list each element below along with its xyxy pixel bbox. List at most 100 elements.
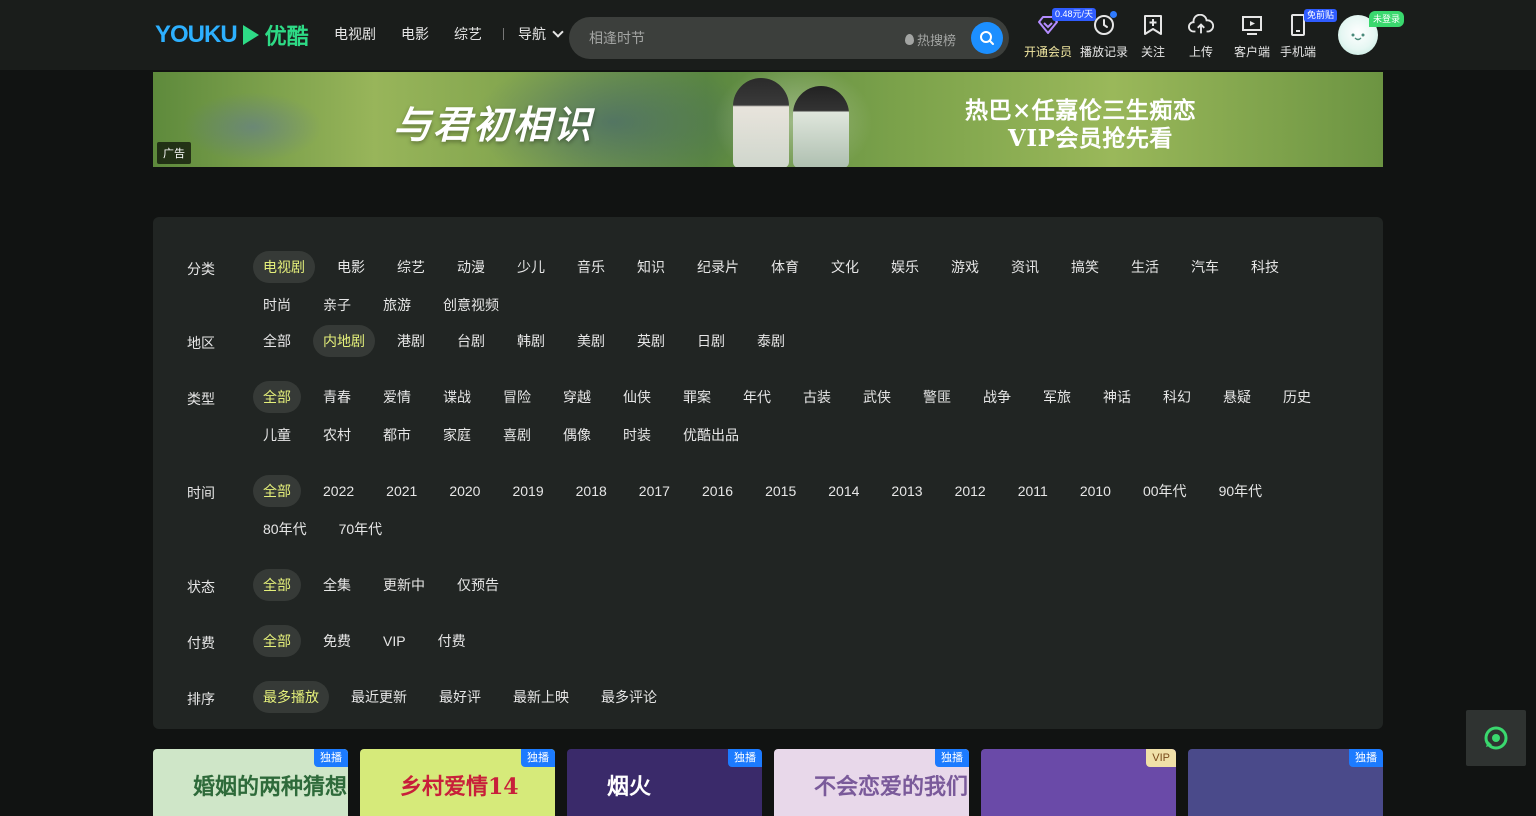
youku-logo[interactable]: YOUKU 优酷 — [155, 20, 309, 50]
video-card[interactable]: 不会恋爱的我们 独播 — [774, 749, 969, 816]
filter-option[interactable]: 免费 — [313, 625, 361, 657]
filter-option[interactable]: 家庭 — [433, 419, 481, 451]
filter-option[interactable]: 全部 — [253, 625, 301, 657]
filter-option[interactable]: 农村 — [313, 419, 361, 451]
history-button[interactable]: 播放记录 — [1080, 12, 1128, 60]
filter-option[interactable]: 2016 — [692, 475, 743, 507]
filter-option[interactable]: 知识 — [627, 251, 675, 283]
search-button[interactable] — [971, 22, 1003, 54]
filter-option[interactable]: 2019 — [502, 475, 553, 507]
filter-option[interactable]: 内地剧 — [313, 325, 375, 357]
filter-option[interactable]: 2015 — [755, 475, 806, 507]
filter-option[interactable]: 电影 — [327, 251, 375, 283]
filter-option[interactable]: 娱乐 — [881, 251, 929, 283]
filter-option[interactable]: 2014 — [818, 475, 869, 507]
nav-movie[interactable]: 电影 — [401, 24, 429, 44]
follow-button[interactable]: 关注 — [1140, 12, 1166, 60]
nav-variety[interactable]: 综艺 — [454, 24, 482, 44]
filter-option[interactable]: 谍战 — [433, 381, 481, 413]
filter-option[interactable]: 游戏 — [941, 251, 989, 283]
filter-option[interactable]: 泰剧 — [747, 325, 795, 357]
filter-option[interactable]: 70年代 — [329, 513, 393, 545]
filter-option[interactable]: 2017 — [629, 475, 680, 507]
filter-option[interactable]: 年代 — [733, 381, 781, 413]
filter-option[interactable]: 武侠 — [853, 381, 901, 413]
filter-option[interactable]: 搞笑 — [1061, 251, 1109, 283]
filter-option[interactable]: 2011 — [1008, 475, 1058, 507]
filter-option[interactable]: 2022 — [313, 475, 364, 507]
filter-option[interactable]: 创意视频 — [433, 289, 509, 321]
filter-option[interactable]: 科技 — [1241, 251, 1289, 283]
video-card[interactable]: 独播 — [1188, 749, 1383, 816]
filter-option[interactable]: 仙侠 — [613, 381, 661, 413]
filter-option[interactable]: 时尚 — [253, 289, 301, 321]
filter-option[interactable]: 资讯 — [1001, 251, 1049, 283]
filter-option[interactable]: 80年代 — [253, 513, 317, 545]
nav-guide-dropdown[interactable]: 导航 — [518, 24, 564, 44]
filter-option[interactable]: 港剧 — [387, 325, 435, 357]
filter-option[interactable]: 纪录片 — [687, 251, 749, 283]
filter-option[interactable]: 体育 — [761, 251, 809, 283]
filter-option[interactable]: 全部 — [253, 475, 301, 507]
filter-option[interactable]: VIP — [373, 625, 416, 657]
filter-option[interactable]: 全部 — [253, 325, 301, 357]
filter-option[interactable]: 动漫 — [447, 251, 495, 283]
video-card[interactable]: 乡村爱情14 独播 — [360, 749, 555, 816]
filter-option[interactable]: 生活 — [1121, 251, 1169, 283]
support-float-button[interactable] — [1466, 710, 1526, 766]
filter-option[interactable]: 悬疑 — [1213, 381, 1261, 413]
filter-option[interactable]: 汽车 — [1181, 251, 1229, 283]
filter-option[interactable]: 电视剧 — [253, 251, 315, 283]
filter-option[interactable]: 2021 — [376, 475, 427, 507]
filter-option[interactable]: 偶像 — [553, 419, 601, 451]
filter-option[interactable]: 最多评论 — [591, 681, 667, 713]
filter-option[interactable]: 儿童 — [253, 419, 301, 451]
filter-option[interactable]: 00年代 — [1133, 475, 1197, 507]
filter-option[interactable]: 都市 — [373, 419, 421, 451]
filter-option[interactable]: 科幻 — [1153, 381, 1201, 413]
filter-option[interactable]: 穿越 — [553, 381, 601, 413]
filter-option[interactable]: 少儿 — [507, 251, 555, 283]
filter-option[interactable]: 文化 — [821, 251, 869, 283]
filter-option[interactable]: 战争 — [973, 381, 1021, 413]
filter-option[interactable]: 时装 — [613, 419, 661, 451]
video-card[interactable]: 婚姻的两种猜想 独播 — [153, 749, 348, 816]
filter-option[interactable]: 全集 — [313, 569, 361, 601]
filter-option[interactable]: 最多播放 — [253, 681, 329, 713]
nav-tv[interactable]: 电视剧 — [334, 24, 376, 44]
filter-option[interactable]: 罪案 — [673, 381, 721, 413]
filter-option[interactable]: 冒险 — [493, 381, 541, 413]
filter-option[interactable]: 台剧 — [447, 325, 495, 357]
filter-option[interactable]: 优酷出品 — [673, 419, 749, 451]
filter-option[interactable]: 最好评 — [429, 681, 491, 713]
ad-banner[interactable]: 与君初相识 热巴×任嘉伦三生痴恋 VIP会员抢先看 广告 — [153, 72, 1383, 167]
filter-option[interactable]: 音乐 — [567, 251, 615, 283]
filter-option[interactable]: 综艺 — [387, 251, 435, 283]
video-card[interactable]: VIP — [981, 749, 1176, 816]
filter-option[interactable]: 最新上映 — [503, 681, 579, 713]
search-input[interactable] — [589, 28, 889, 48]
filter-option[interactable]: 2012 — [945, 475, 996, 507]
hot-search-link[interactable]: 热搜榜 — [905, 30, 956, 49]
filter-option[interactable]: 青春 — [313, 381, 361, 413]
video-card[interactable]: 烟火 独播 — [567, 749, 762, 816]
filter-option[interactable]: 韩剧 — [507, 325, 555, 357]
filter-option[interactable]: 警匪 — [913, 381, 961, 413]
filter-option[interactable]: 2020 — [439, 475, 490, 507]
filter-option[interactable]: 日剧 — [687, 325, 735, 357]
filter-option[interactable]: 军旅 — [1033, 381, 1081, 413]
filter-option[interactable]: 爱情 — [373, 381, 421, 413]
filter-option[interactable]: 90年代 — [1209, 475, 1273, 507]
filter-option[interactable]: 全部 — [253, 381, 301, 413]
client-button[interactable]: 客户端 — [1234, 12, 1270, 60]
filter-option[interactable]: 英剧 — [627, 325, 675, 357]
filter-option[interactable]: 旅游 — [373, 289, 421, 321]
filter-option[interactable]: 亲子 — [313, 289, 361, 321]
upload-button[interactable]: 上传 — [1188, 12, 1214, 60]
filter-option[interactable]: 付费 — [428, 625, 476, 657]
filter-option[interactable]: 美剧 — [567, 325, 615, 357]
filter-option[interactable]: 更新中 — [373, 569, 435, 601]
filter-option[interactable]: 历史 — [1273, 381, 1321, 413]
filter-option[interactable]: 2013 — [881, 475, 932, 507]
filter-option[interactable]: 喜剧 — [493, 419, 541, 451]
